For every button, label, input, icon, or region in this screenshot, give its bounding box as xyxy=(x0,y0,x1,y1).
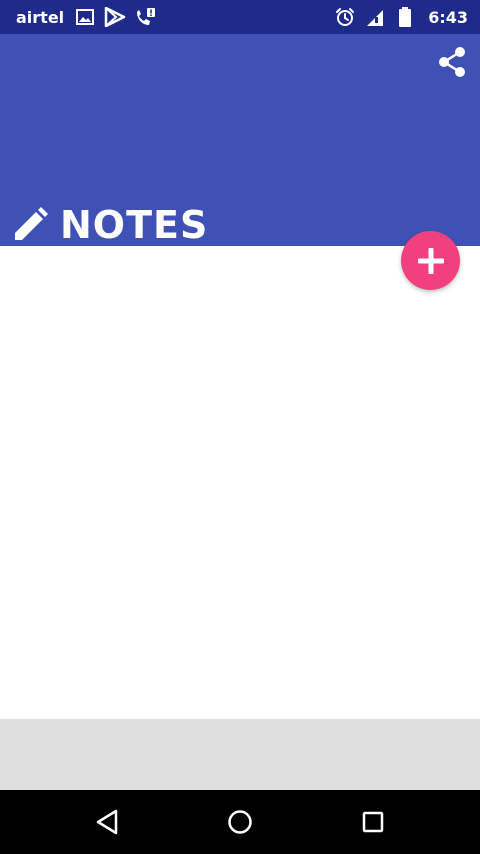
bottom-strip xyxy=(0,719,480,790)
add-note-button[interactable] xyxy=(401,231,460,290)
app-title: NOTES xyxy=(60,203,209,247)
back-button[interactable] xyxy=(87,802,127,842)
carrier-label: airtel xyxy=(16,7,65,27)
recents-button[interactable] xyxy=(353,802,393,842)
notes-app-screen: airtel 6:43 NOTES xyxy=(0,0,480,854)
status-bar-right: 6:43 xyxy=(334,6,468,28)
status-bar-left: airtel xyxy=(16,6,164,28)
pencil-icon xyxy=(15,207,48,240)
home-button[interactable] xyxy=(220,802,260,842)
plus-icon xyxy=(417,247,444,274)
notes-list-area xyxy=(0,246,480,719)
clock-label: 6:43 xyxy=(428,7,468,27)
recents-icon xyxy=(362,811,384,833)
home-icon xyxy=(228,810,252,834)
signal-icon xyxy=(364,6,386,28)
status-bar: airtel 6:43 xyxy=(0,0,480,34)
battery-icon xyxy=(394,6,416,28)
phone-alert-icon xyxy=(134,6,156,28)
play-store-icon xyxy=(104,6,126,28)
share-icon xyxy=(439,47,465,77)
share-button[interactable] xyxy=(434,44,470,80)
alarm-icon xyxy=(334,6,356,28)
image-icon xyxy=(74,6,96,28)
navigation-bar xyxy=(0,790,480,854)
back-icon xyxy=(96,809,118,835)
app-title-row: NOTES xyxy=(12,206,208,244)
app-bar: NOTES xyxy=(0,34,480,246)
